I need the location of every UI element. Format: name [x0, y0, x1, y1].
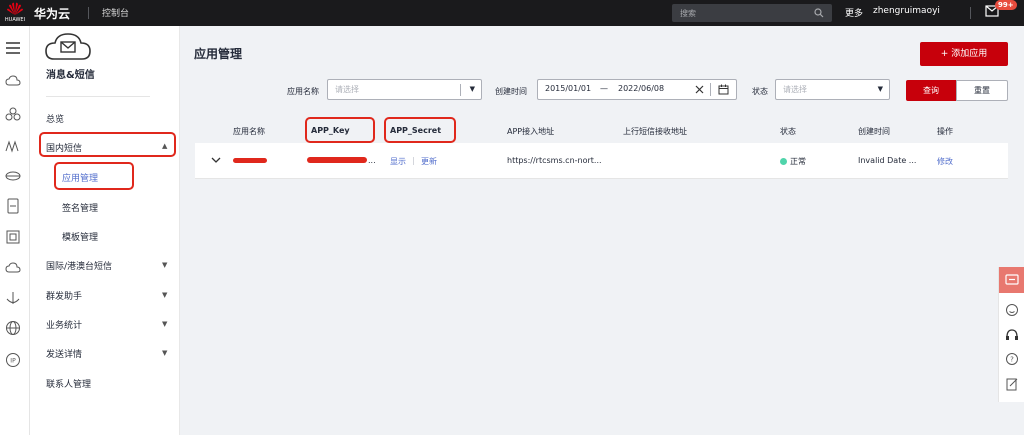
caret-down-icon[interactable]: ▼ — [162, 349, 167, 357]
console-link[interactable]: 控制台 — [102, 6, 129, 19]
status-placeholder: 请选择 — [783, 85, 807, 94]
sidebar: 消息&短信 总览 国内短信 ▲ 应用管理 签名管理 模板管理 国际/港澳台短信 … — [30, 26, 180, 435]
date-divider — [710, 83, 711, 96]
sidebar-item-international-sms[interactable]: 国际/港澳台短信 — [46, 259, 112, 272]
col-created-time: 创建时间 — [858, 127, 890, 136]
server-icon[interactable] — [5, 229, 21, 245]
floating-toolbar: ? — [998, 267, 1024, 402]
cloud-service-icon[interactable] — [5, 260, 21, 276]
ip-icon[interactable]: IP — [5, 352, 21, 368]
database-icon[interactable] — [5, 198, 21, 214]
storage-icon[interactable] — [5, 168, 21, 184]
clear-icon[interactable] — [695, 85, 704, 94]
date-range-picker[interactable]: 2015/01/01 — 2022/06/08 — [537, 79, 737, 100]
svg-text:?: ? — [1010, 356, 1014, 364]
date-end[interactable]: 2022/06/08 — [618, 84, 664, 93]
date-separator: — — [600, 84, 608, 93]
service-title: 消息&短信 — [46, 70, 95, 81]
status-ok-icon — [780, 158, 787, 165]
created-time-value: Invalid Date ... — [858, 156, 917, 165]
brand-name[interactable]: 华为云 — [34, 5, 70, 22]
update-secret-link[interactable]: 更新 — [421, 156, 437, 167]
app-key-suffix: ... — [368, 156, 376, 165]
redacted-app-key — [307, 157, 367, 163]
sidebar-divider — [46, 96, 150, 97]
topbar-divider — [88, 7, 89, 19]
network-icon[interactable] — [5, 138, 21, 154]
more-menu[interactable]: 更多 — [845, 6, 863, 19]
user-menu[interactable]: zhengruimaoyi — [873, 6, 940, 16]
query-button[interactable]: 查询 — [906, 80, 956, 101]
add-app-button[interactable]: + 添加应用 — [920, 42, 1008, 66]
sidebar-item-send-details[interactable]: 发送详情 — [46, 347, 82, 360]
caret-down-icon[interactable]: ▼ — [162, 261, 167, 269]
col-access-url: APP接入地址 — [507, 127, 555, 136]
page-title: 应用管理 — [194, 47, 243, 61]
sidebar-item-contacts[interactable]: 联系人管理 — [46, 377, 91, 390]
edit-link[interactable]: 修改 — [937, 156, 953, 167]
notification-badge: 99+ — [995, 0, 1017, 10]
app-name-label: 应用名称 — [287, 87, 319, 96]
globe-icon[interactable] — [5, 320, 21, 336]
topbar-divider-2 — [970, 7, 971, 19]
sidebar-item-bulk-assistant[interactable]: 群发助手 — [46, 289, 82, 302]
calendar-icon[interactable] — [718, 84, 729, 95]
sidebar-item-statistics[interactable]: 业务统计 — [46, 318, 82, 331]
status-value: 正常 — [780, 156, 806, 167]
col-actions: 操作 — [937, 127, 953, 136]
expand-chevron-icon[interactable] — [211, 157, 221, 164]
search-box[interactable]: 搜索 — [672, 4, 832, 22]
edit-note-icon[interactable] — [1005, 377, 1019, 391]
caret-down-icon[interactable]: ▼ — [162, 320, 167, 328]
chat-icon — [1005, 274, 1019, 285]
sidebar-item-template-management[interactable]: 模板管理 — [62, 230, 98, 243]
col-uplink-url: 上行短信接收地址 — [623, 127, 687, 136]
huawei-logo[interactable]: HUAWEI — [2, 1, 28, 25]
sidebar-item-overview[interactable]: 总览 — [46, 112, 64, 125]
help-icon[interactable]: ? — [1005, 352, 1019, 366]
sidebar-item-signature-management[interactable]: 签名管理 — [62, 201, 98, 214]
feedback-button[interactable] — [999, 267, 1024, 293]
annotation-box-app-key — [305, 117, 375, 143]
cluster-icon[interactable] — [5, 106, 21, 122]
icon-rail: IP — [0, 26, 30, 435]
annotation-box-domestic-sms — [39, 132, 176, 157]
caret-down-icon[interactable]: ▼ — [162, 291, 167, 299]
show-secret-link[interactable]: 显示 — [390, 156, 406, 167]
link-separator: | — [412, 156, 415, 165]
search-icon[interactable] — [814, 8, 824, 18]
col-app-name: 应用名称 — [233, 127, 265, 136]
chevron-down-icon[interactable]: ▼ — [470, 85, 475, 93]
huawei-flower-icon — [7, 2, 23, 16]
app-name-select[interactable]: 请选择 ▼ — [327, 79, 482, 100]
status-text: 正常 — [790, 157, 806, 166]
logo-text: HUAWEI — [4, 17, 26, 23]
date-start[interactable]: 2015/01/01 — [545, 84, 591, 93]
annotation-box-app-management — [54, 162, 134, 190]
status-label: 状态 — [752, 87, 768, 96]
anchor-icon[interactable] — [5, 290, 21, 306]
svg-text:IP: IP — [10, 358, 16, 365]
access-url-value: https://rtcsms.cn-nort... — [507, 156, 602, 165]
menu-icon[interactable] — [5, 40, 21, 56]
cloud-icon[interactable] — [5, 73, 21, 89]
col-status: 状态 — [780, 127, 796, 136]
redacted-app-name — [233, 158, 267, 163]
reset-button[interactable]: 重置 — [956, 80, 1008, 101]
headset-icon[interactable] — [1005, 328, 1019, 342]
message-service-icon — [45, 33, 91, 60]
top-bar: HUAWEI 华为云 控制台 搜索 更多 zhengruimaoyi 99+ — [0, 0, 1024, 26]
status-select[interactable]: 请选择 ▼ — [775, 79, 890, 100]
smile-icon[interactable] — [1005, 303, 1019, 317]
created-time-label: 创建时间 — [495, 87, 527, 96]
chevron-down-icon[interactable]: ▼ — [878, 85, 883, 93]
annotation-box-app-secret — [384, 117, 456, 143]
search-placeholder: 搜索 — [680, 9, 696, 18]
table-row[interactable]: ... 显示 | 更新 https://rtcsms.cn-nort... 正常… — [195, 143, 1008, 179]
app-name-placeholder: 请选择 — [335, 85, 359, 94]
select-separator — [460, 84, 461, 96]
